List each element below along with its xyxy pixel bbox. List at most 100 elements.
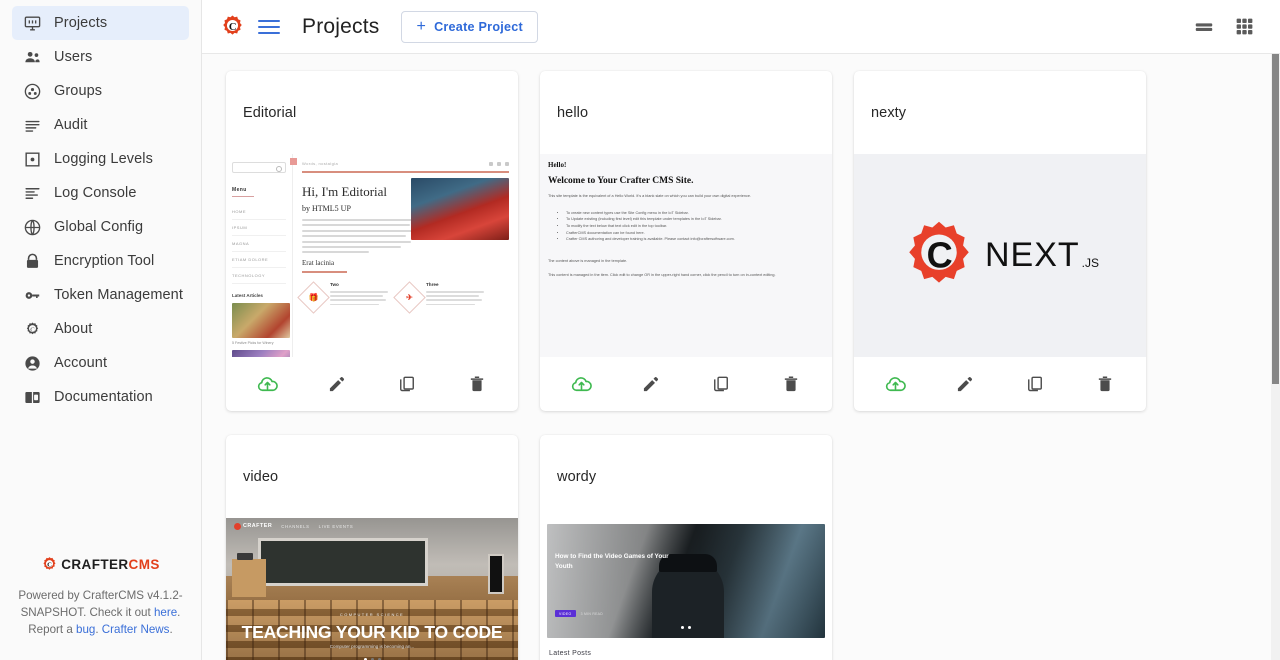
crafter-gear-logo[interactable]: C	[220, 14, 245, 39]
sidebar-item-audit[interactable]: Audit	[12, 108, 189, 142]
editorial-menu-item: HOME	[232, 204, 286, 220]
edit-pencil-icon[interactable]	[952, 371, 978, 397]
sidebar-item-label: Encryption Tool	[54, 253, 155, 269]
video-nav-item: LIVE EVENTS	[318, 523, 354, 529]
project-card[interactable]: nexty C NEXT .JS	[854, 71, 1146, 411]
hello-footnote-2: This content is managed in the item. Cli…	[548, 272, 776, 277]
publish-cloud-upload-icon[interactable]	[882, 371, 908, 397]
sidebar-item-label: Logging Levels	[54, 151, 153, 167]
svg-text:C: C	[30, 326, 35, 333]
sidebar-item-global-config[interactable]: Global Config	[12, 210, 189, 244]
hamburger-menu-icon[interactable]	[258, 16, 280, 38]
sidebar-item-label: Token Management	[54, 287, 183, 303]
video-brand: CRAFTER	[243, 523, 273, 529]
sidebar-item-label: Groups	[54, 83, 103, 99]
card-header: hello	[540, 71, 832, 154]
nexty-wordmark: NEXT .JS	[985, 236, 1099, 275]
delete-trash-icon[interactable]	[1092, 371, 1118, 397]
wordy-hero-image: How to Find the Video Games of Your Yout…	[547, 524, 825, 638]
sidebar-footer: C CRAFTERCMS Powered by CrafterCMS v4.1.…	[0, 556, 201, 660]
delete-trash-icon[interactable]	[778, 371, 804, 397]
audit-icon	[22, 115, 42, 135]
duplicate-copy-icon[interactable]	[394, 371, 420, 397]
sidebar-item-log-console[interactable]: Log Console	[12, 176, 189, 210]
publish-cloud-upload-icon[interactable]	[254, 371, 280, 397]
editorial-hero-image	[411, 178, 509, 240]
sidebar-item-projects[interactable]: Projects	[12, 6, 189, 40]
groups-icon	[22, 81, 42, 101]
hello-intro: This site template is the equivalent of …	[548, 194, 752, 198]
duplicate-copy-icon[interactable]	[708, 371, 734, 397]
project-card[interactable]: video CRAFTER CHANNELS LIVE EVENTS COMPU…	[226, 435, 518, 660]
editorial-menu-item: TECHNOLOGY	[232, 268, 286, 284]
documentation-icon	[22, 387, 42, 407]
sidebar-item-label: About	[54, 321, 93, 337]
svg-text:C: C	[229, 22, 237, 33]
page-title: Projects	[302, 14, 380, 38]
sidebar-item-documentation[interactable]: Documentation	[12, 380, 189, 414]
edit-pencil-icon[interactable]	[324, 371, 350, 397]
hello-greeting: Hello!	[548, 161, 567, 169]
hello-bullet: CrafterCMS documentation can be found he…	[566, 230, 824, 237]
footer-link-news[interactable]: Crafter News	[102, 623, 170, 636]
sidebar: Projects Users Groups Audit Logging Leve…	[0, 0, 202, 660]
video-nav-item: CHANNELS	[281, 523, 310, 529]
wordy-latest-label: Latest Posts	[549, 650, 592, 657]
editorial-section-title: Erat lacinia	[302, 259, 335, 267]
sidebar-item-label: Users	[54, 49, 93, 65]
editorial-column-title: Two	[330, 282, 339, 287]
scrollbar-thumb[interactable]	[1272, 54, 1279, 384]
project-preview: Menu HOME IPSUM MAGNA ETIAM DOLORE TECHN…	[226, 154, 518, 357]
brand-name-primary: CRAFTER	[61, 557, 129, 572]
sidebar-nav: Projects Users Groups Audit Logging Leve…	[0, 6, 201, 414]
publish-cloud-upload-icon[interactable]	[568, 371, 594, 397]
top-bar: C Projects + Create Project	[202, 0, 1280, 54]
card-actions	[226, 357, 518, 411]
projects-content: Editorial Menu HOME IPSUM MAGNA ETIAM DO…	[202, 54, 1280, 660]
svg-text:C: C	[47, 561, 52, 568]
wordy-meta: 3 MIN READ	[580, 611, 603, 616]
vertical-scrollbar[interactable]	[1271, 54, 1280, 660]
lock-icon	[22, 251, 42, 271]
editorial-thumb	[232, 350, 290, 357]
edit-pencil-icon[interactable]	[638, 371, 664, 397]
sidebar-item-encryption-tool[interactable]: Encryption Tool	[12, 244, 189, 278]
global-config-icon	[22, 217, 42, 237]
footer-link-here[interactable]: here	[154, 606, 177, 619]
create-project-button[interactable]: + Create Project	[401, 10, 538, 43]
footer-link-bug[interactable]: bug	[76, 623, 95, 636]
sidebar-item-about[interactable]: C About	[12, 312, 189, 346]
main-area: C Projects + Create Project Editorial Me…	[202, 0, 1280, 660]
project-card[interactable]: hello Hello! Welcome to Your Crafter CMS…	[540, 71, 832, 411]
wordy-tag: VIDEO	[555, 610, 576, 617]
sidebar-item-groups[interactable]: Groups	[12, 74, 189, 108]
editorial-thumb	[232, 303, 290, 338]
project-card[interactable]: wordy How to Find the Video Games of You…	[540, 435, 832, 660]
delete-trash-icon[interactable]	[464, 371, 490, 397]
editorial-column-title: Three	[426, 282, 439, 287]
video-subline: Computer programming is becoming an...	[329, 644, 415, 649]
sidebar-item-token-management[interactable]: Token Management	[12, 278, 189, 312]
card-header: nexty	[854, 71, 1146, 154]
crafter-brand: C CRAFTERCMS	[16, 556, 185, 573]
account-icon	[22, 353, 42, 373]
hello-bullet: Crafter CMS authoring and developer trai…	[566, 236, 824, 243]
sidebar-item-label: Log Console	[54, 185, 137, 201]
project-preview: Hello! Welcome to Your Crafter CMS Site.…	[540, 154, 832, 357]
projects-icon	[22, 13, 42, 33]
duplicate-copy-icon[interactable]	[1022, 371, 1048, 397]
project-card[interactable]: Editorial Menu HOME IPSUM MAGNA ETIAM DO…	[226, 71, 518, 411]
card-actions	[540, 357, 832, 411]
gift-icon: 🎁	[297, 281, 330, 314]
grid-view-icon[interactable]	[1232, 15, 1256, 39]
project-preview: CRAFTER CHANNELS LIVE EVENTS COMPUTER SC…	[226, 518, 518, 660]
sidebar-item-logging-levels[interactable]: Logging Levels	[12, 142, 189, 176]
list-view-icon[interactable]	[1192, 15, 1216, 39]
footer-note: Powered by CrafterCMS v4.1.2-SNAPSHOT. C…	[16, 587, 185, 638]
sidebar-item-label: Global Config	[54, 219, 144, 235]
hello-bullet: To Update existing (including first leve…	[566, 216, 824, 223]
editorial-latest-label: Latest Articles	[232, 293, 263, 298]
sidebar-item-account[interactable]: Account	[12, 346, 189, 380]
sidebar-item-users[interactable]: Users	[12, 40, 189, 74]
